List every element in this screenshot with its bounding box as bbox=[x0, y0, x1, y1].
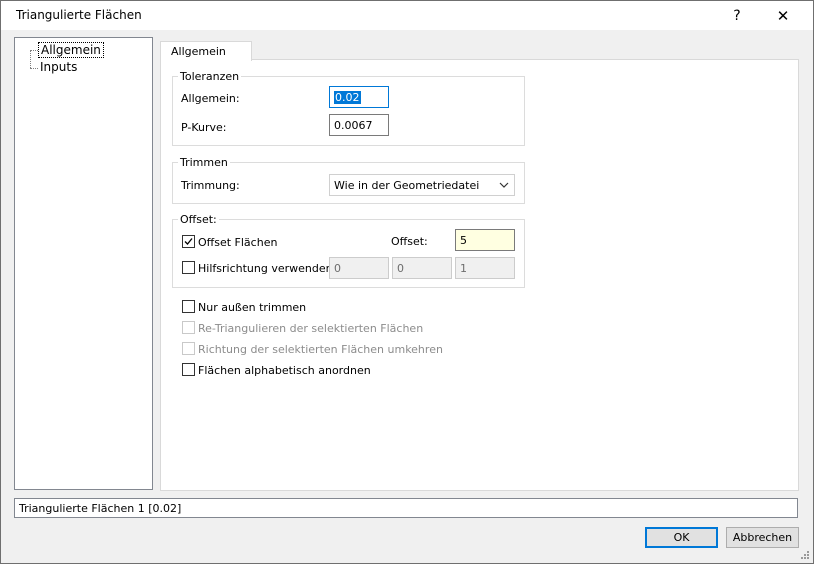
nur-aussen-label: Nur außen trimmen bbox=[198, 301, 307, 314]
allgemein-value: 0.02 bbox=[334, 90, 361, 104]
group-toleranzen-legend: Toleranzen bbox=[178, 70, 242, 83]
retriangulieren-checkbox[interactable] bbox=[182, 321, 195, 334]
hilfs-y-input[interactable]: 0 bbox=[392, 257, 452, 279]
tab-allgemein[interactable]: Allgemein bbox=[160, 41, 252, 61]
close-icon: ✕ bbox=[776, 6, 790, 25]
richtung-checkbox[interactable] bbox=[182, 342, 195, 355]
hilfsrichtung-checkbox[interactable] bbox=[182, 261, 195, 274]
resize-grip-icon[interactable] bbox=[798, 548, 810, 560]
close-button[interactable]: ✕ bbox=[760, 1, 806, 30]
pkurve-label: P-Kurve: bbox=[181, 121, 227, 134]
hilfs-x-input[interactable]: 0 bbox=[329, 257, 389, 279]
hilfs-z-input[interactable]: 1 bbox=[455, 257, 515, 279]
trimmung-label: Trimmung: bbox=[181, 179, 240, 192]
trimmung-select[interactable]: Wie in der Geometriedatei bbox=[329, 174, 515, 196]
trimmung-value: Wie in der Geometriedatei bbox=[334, 178, 480, 192]
offset-input[interactable]: 5 bbox=[455, 229, 515, 251]
navigation-tree bbox=[14, 37, 153, 490]
pkurve-input[interactable]: 0.0067 bbox=[329, 114, 389, 136]
cancel-button[interactable]: Abbrechen bbox=[726, 527, 799, 548]
tree-item-inputs[interactable]: Inputs bbox=[40, 60, 77, 74]
check-icon bbox=[184, 238, 193, 245]
chevron-down-icon bbox=[499, 182, 509, 188]
offset-flaechen-checkbox[interactable] bbox=[182, 235, 195, 248]
tree-line bbox=[30, 50, 31, 68]
tree-line bbox=[30, 50, 38, 51]
status-text: Triangulierte Flächen 1 [0.02] bbox=[19, 502, 182, 515]
group-trimmen-legend: Trimmen bbox=[178, 156, 230, 169]
hilfsrichtung-label: Hilfsrichtung verwenden: bbox=[198, 262, 337, 275]
tree-item-allgemein[interactable]: Allgemein bbox=[38, 42, 104, 58]
tree-line bbox=[30, 68, 38, 69]
richtung-label: Richtung der selektierten Flächen umkehr… bbox=[198, 343, 443, 356]
alphabetisch-label: Flächen alphabetisch anordnen bbox=[198, 364, 371, 377]
alphabetisch-checkbox[interactable] bbox=[182, 363, 195, 376]
allgemein-input[interactable]: 0.02 bbox=[329, 86, 389, 108]
retriangulieren-label: Re-Triangulieren der selektierten Fläche… bbox=[198, 322, 424, 335]
offset-label: Offset: bbox=[391, 235, 428, 248]
help-button[interactable]: ? bbox=[714, 1, 760, 30]
tab-label: Allgemein bbox=[171, 45, 226, 58]
nur-aussen-checkbox[interactable] bbox=[182, 300, 195, 313]
allgemein-label: Allgemein: bbox=[181, 92, 240, 105]
window-title: Triangulierte Flächen bbox=[16, 8, 142, 22]
offset-flaechen-label: Offset Flächen bbox=[198, 236, 278, 249]
status-field: Triangulierte Flächen 1 [0.02] bbox=[14, 498, 798, 518]
ok-button[interactable]: OK bbox=[645, 527, 718, 548]
group-offset-legend: Offset: bbox=[178, 213, 219, 226]
